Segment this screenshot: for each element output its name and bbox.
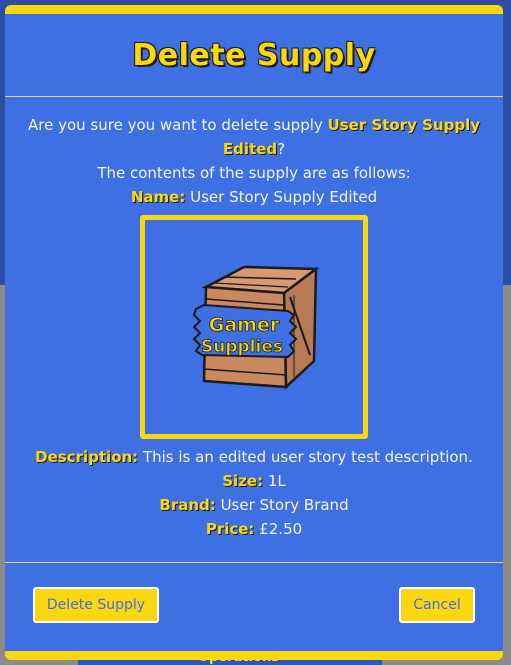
name-row: Name: User Story Supply Edited: [25, 185, 483, 209]
description-value: This is an edited user story test descri…: [142, 448, 473, 466]
size-value: 1L: [267, 472, 286, 490]
confirm-suffix: ?: [277, 140, 286, 158]
confirm-message: Are you sure you want to delete supply U…: [25, 113, 483, 161]
modal-body: Are you sure you want to delete supply U…: [5, 97, 503, 563]
modal-header: Delete Supply: [5, 14, 503, 97]
size-row: Size: 1L: [25, 469, 483, 493]
delete-supply-button[interactable]: Delete Supply: [33, 587, 159, 623]
modal-footer: Delete Supply Cancel: [5, 563, 503, 649]
name-label: Name:: [130, 188, 186, 206]
crate-logo-line1: Gamer: [209, 314, 280, 336]
cancel-button[interactable]: Cancel: [399, 587, 475, 623]
brand-label: Brand:: [159, 496, 216, 514]
description-row: Description: This is an edited user stor…: [25, 445, 483, 469]
price-label: Price:: [205, 520, 255, 538]
brand-value: User Story Brand: [220, 496, 349, 514]
price-value: £2.50: [259, 520, 303, 538]
supply-image: Gamer Supplies: [140, 215, 368, 439]
delete-supply-modal: Delete Supply Are you sure you want to d…: [5, 5, 503, 660]
crate-logo-line2: Supplies: [201, 337, 283, 357]
contents-intro: The contents of the supply are as follow…: [97, 164, 411, 182]
crate-logo-icon: Gamer Supplies: [192, 265, 320, 390]
confirm-prefix: Are you sure you want to delete supply: [27, 116, 328, 134]
brand-row: Brand: User Story Brand: [25, 493, 483, 517]
price-row: Price: £2.50: [25, 517, 483, 541]
description-label: Description:: [35, 448, 139, 466]
name-value: User Story Supply Edited: [190, 188, 378, 206]
size-label: Size:: [222, 472, 264, 490]
modal-title: Delete Supply: [132, 37, 376, 73]
